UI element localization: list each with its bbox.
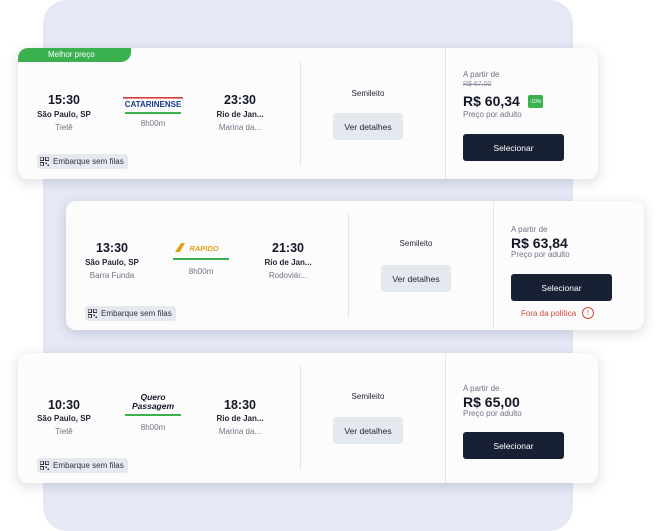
boarding-label: Embarque sem filas (53, 157, 124, 166)
qr-code-icon (40, 157, 49, 166)
route-bar (173, 258, 229, 260)
details-button[interactable]: Ver detalhes (381, 265, 451, 292)
company-name-line2: Passagem (131, 401, 175, 411)
arrival-station: Rodoviár... (268, 271, 308, 280)
departure-station: Tietê (55, 123, 73, 132)
route-bar (125, 414, 181, 416)
trip-card[interactable]: 10:30 São Paulo, SP Tietê Quero Passagem… (18, 353, 598, 483)
arrival-city: Rio de Jan... (264, 258, 312, 267)
departure-station: Barra Funda (89, 271, 135, 280)
departure-time: 15:30 (48, 93, 80, 107)
details-button[interactable]: Ver detalhes (333, 113, 403, 140)
company-logo: RAPIDO (166, 240, 236, 256)
divider (348, 213, 349, 317)
price: R$ 65,00 (463, 394, 520, 410)
divider (445, 353, 446, 483)
trip-duration: 8h00m (140, 423, 166, 432)
select-button[interactable]: Selecionar (463, 134, 564, 161)
departure-city: São Paulo, SP (37, 110, 91, 119)
best-price-badge: Melhor preço (18, 48, 131, 62)
departure-time: 10:30 (48, 398, 80, 412)
boarding-tag: Embarque sem filas (37, 154, 128, 169)
from-label: A partir de (511, 225, 548, 234)
arrival-time: 21:30 (272, 241, 304, 255)
boarding-tag: Embarque sem filas (37, 458, 128, 473)
departure-time: 13:30 (96, 241, 128, 255)
policy-label: Fora da política (521, 308, 577, 318)
from-label: A partir de (463, 70, 500, 79)
select-button[interactable]: Selecionar (463, 432, 564, 459)
seat-class: Semileito (399, 239, 433, 248)
trip-duration: 8h00m (140, 119, 166, 128)
boarding-label: Embarque sem filas (53, 461, 124, 470)
price: R$ 60,34 (463, 93, 520, 109)
departure-city: São Paulo, SP (85, 258, 139, 267)
divider (300, 366, 301, 470)
boarding-label: Embarque sem filas (101, 309, 172, 318)
trip-card[interactable]: 13:30 São Paulo, SP Barra Funda RAPIDO 8… (66, 201, 644, 330)
company-logo: Quero Passagem (118, 391, 188, 413)
company-logo: CATARINENSE (118, 95, 188, 111)
arrival-time: 23:30 (224, 93, 256, 107)
discount-badge: -10% (528, 95, 543, 108)
arrival-station: Marina da... (218, 427, 262, 436)
divider (300, 62, 301, 166)
company-name: RAPIDO (189, 244, 218, 253)
route-bar (125, 112, 181, 114)
departure-city: São Paulo, SP (37, 414, 91, 423)
per-adult-label: Preço por adulto (511, 250, 570, 259)
arrival-station: Marina da... (218, 123, 262, 132)
arrival-time: 18:30 (224, 398, 256, 412)
company-name: CATARINENSE (125, 100, 182, 109)
seat-class: Semileito (351, 89, 385, 98)
info-circle-icon[interactable]: ! (582, 307, 595, 319)
details-button[interactable]: Ver detalhes (333, 417, 403, 444)
qr-code-icon (88, 309, 97, 318)
divider (445, 48, 446, 179)
old-price: R$ 67,00 (463, 81, 492, 88)
divider (493, 201, 494, 330)
policy-warning: Fora da política ! (521, 307, 595, 319)
select-button[interactable]: Selecionar (511, 274, 612, 301)
per-adult-label: Preço por adulto (463, 409, 522, 418)
qr-code-icon (40, 461, 49, 470)
arrival-city: Rio de Jan... (216, 414, 264, 423)
per-adult-label: Preço por adulto (463, 110, 522, 119)
price: R$ 63,84 (511, 235, 568, 251)
from-label: A partir de (463, 384, 500, 393)
boarding-tag: Embarque sem filas (85, 306, 176, 321)
trip-duration: 8h00m (188, 267, 214, 276)
departure-station: Tietê (55, 427, 73, 436)
trip-card[interactable]: Melhor preço 15:30 São Paulo, SP Tietê C… (18, 48, 598, 179)
arrival-city: Rio de Jan... (216, 110, 264, 119)
seat-class: Semileito (351, 392, 385, 401)
